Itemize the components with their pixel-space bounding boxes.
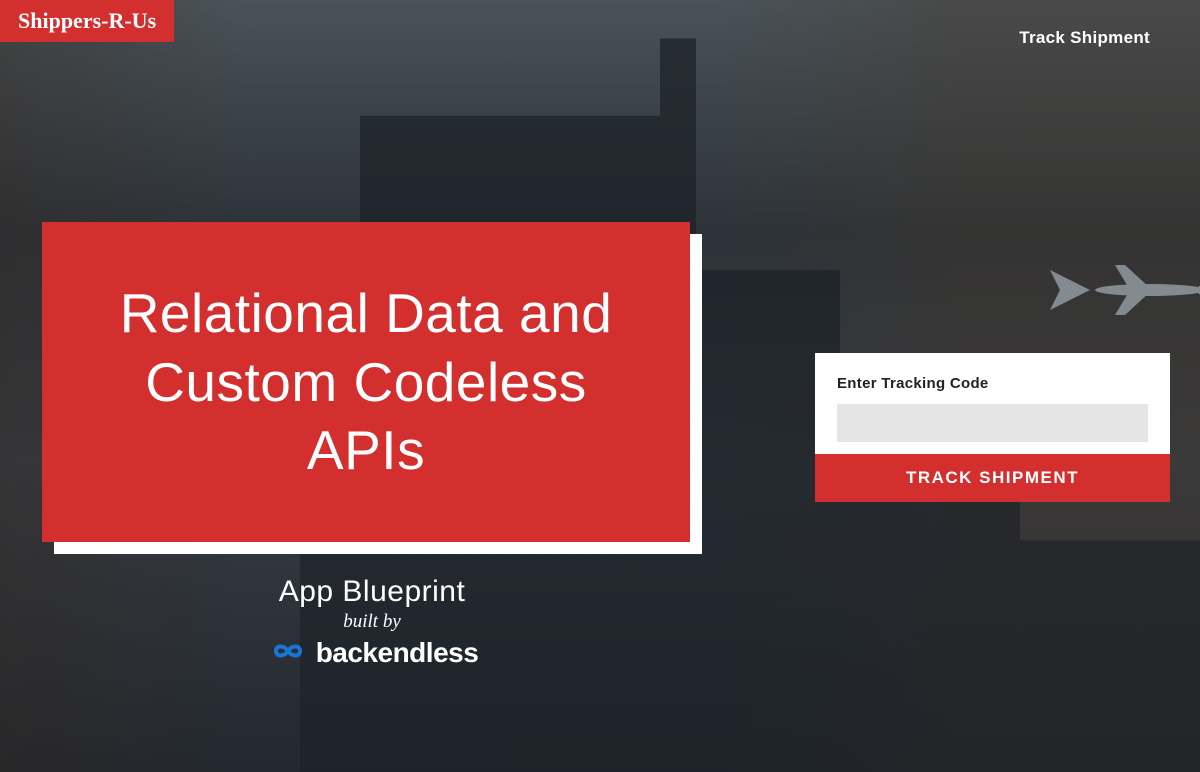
hero-card-front: Relational Data and Custom Codeless APIs [42,222,690,542]
nav-track-shipment-link[interactable]: Track Shipment [1019,28,1150,48]
track-button-label: TRACK SHIPMENT [906,468,1079,487]
brand-logo-text: Shippers-R-Us [18,8,156,33]
nav-link-label: Track Shipment [1019,28,1150,47]
hero-title: Relational Data and Custom Codeless APIs [92,279,640,485]
tracking-code-input[interactable] [837,404,1148,442]
subtitle-text: App Blueprint [42,575,702,609]
subtitle-block: App Blueprint built by backendless [42,575,702,669]
backendless-logo: backendless [266,637,479,669]
built-by-text: built by [42,611,702,633]
tracking-label: Enter Tracking Code [837,375,1148,392]
backendless-name: backendless [316,637,479,669]
brand-logo[interactable]: Shippers-R-Us [0,0,174,42]
hero-card: Relational Data and Custom Codeless APIs [42,222,690,542]
tracking-panel: Enter Tracking Code TRACK SHIPMENT [815,353,1170,502]
backendless-infinity-icon [266,639,310,668]
track-shipment-button[interactable]: TRACK SHIPMENT [815,454,1170,502]
